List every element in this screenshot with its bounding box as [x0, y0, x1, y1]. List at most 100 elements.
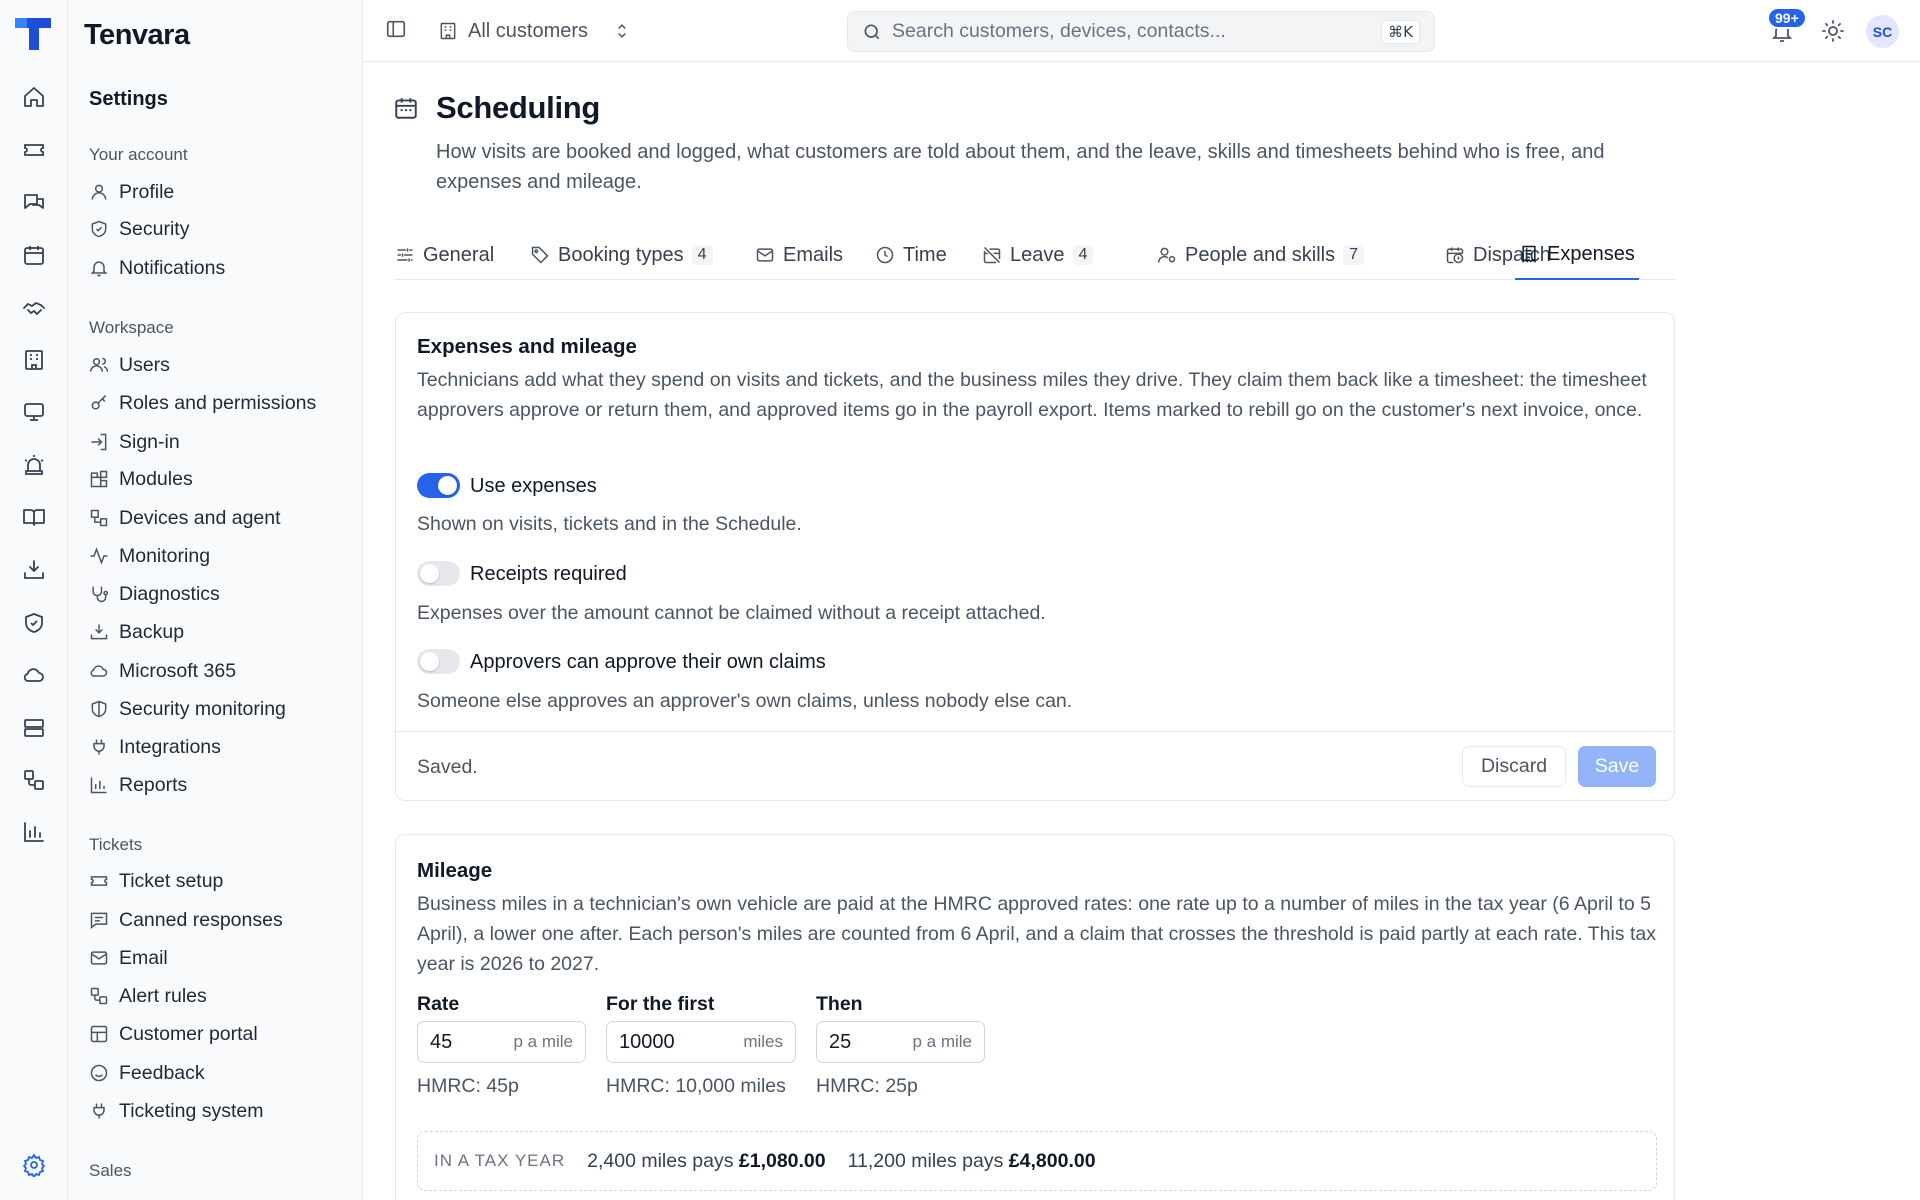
self-approve-toggle[interactable]: [417, 649, 460, 674]
calendar-icon: [395, 98, 417, 119]
sidebar-item-label: Security monitoring: [119, 697, 286, 720]
sidebar-item-security[interactable]: Security: [89, 214, 189, 244]
sidebar-item-label: Profile: [119, 180, 175, 203]
tab-label: General: [423, 243, 495, 266]
tab-time[interactable]: Time: [875, 230, 947, 280]
home-icon[interactable]: [20, 83, 48, 111]
sidebar-item-notifications[interactable]: Notifications: [89, 253, 225, 283]
bar-chart-icon[interactable]: [20, 818, 48, 846]
sidebar-item-ticket-setup[interactable]: Ticket setup: [89, 866, 223, 896]
rate-help: HMRC: 45p: [417, 1075, 519, 1097]
tab-count: 7: [1343, 245, 1364, 265]
tab-booking-types[interactable]: Booking types 4: [530, 230, 713, 280]
group-label-your-account: Your account: [89, 145, 188, 164]
bar-chart-icon: [90, 777, 107, 794]
search-input[interactable]: Search customers, devices, contacts... ⌘…: [847, 11, 1435, 52]
user-cog-icon: [1157, 247, 1176, 263]
sidebar-item-alert-rules[interactable]: Alert rules: [89, 981, 207, 1011]
threshold-input[interactable]: 10000 miles: [606, 1021, 796, 1063]
tax-year-summary: IN A TAX YEAR 2,400 miles pays £1,080.00…: [417, 1131, 1657, 1191]
sidebar-item-backup[interactable]: Backup: [89, 617, 184, 647]
tab-expenses[interactable]: Expenses: [1515, 230, 1639, 280]
sidebar-item-sign-in[interactable]: Sign-in: [89, 427, 180, 457]
tab-count: 4: [691, 245, 713, 265]
calendar-icon[interactable]: [20, 241, 48, 269]
sidebar-item-label: Users: [119, 353, 170, 376]
sidebar-item-roles-and-permissions[interactable]: Roles and permissions: [89, 388, 316, 418]
summary-miles: 11,200 miles pays: [847, 1149, 1004, 1172]
theme-sun-icon[interactable]: [1821, 19, 1845, 43]
sidebar-item-label: Microsoft 365: [119, 659, 237, 682]
building-icon: [440, 22, 456, 40]
sidebar-item-ticketing-system[interactable]: Ticketing system: [89, 1096, 263, 1126]
group-label-tickets: Tickets: [89, 835, 143, 854]
save-button[interactable]: Save: [1578, 746, 1656, 787]
sidebar-item-microsoft-365[interactable]: Microsoft 365: [89, 656, 236, 686]
sidebar-item-devices-and-agent[interactable]: Devices and agent: [89, 503, 281, 533]
sidebar-item-label: Integrations: [119, 735, 221, 758]
cloud-icon[interactable]: [20, 661, 48, 689]
summary-label: IN A TAX YEAR: [434, 1151, 566, 1170]
threshold-value: 10000: [619, 1030, 675, 1053]
siren-icon[interactable]: [20, 451, 48, 479]
smile-icon: [90, 1064, 108, 1082]
expenses-card-description: Technicians add what they spend on visit…: [417, 369, 1647, 421]
sidebar-item-diagnostics[interactable]: Diagnostics: [89, 579, 220, 609]
sidebar-item-integrations[interactable]: Integrations: [89, 732, 221, 762]
use-expenses-help: Shown on visits, tickets and in the Sche…: [417, 513, 802, 535]
receipts-required-toggle[interactable]: [417, 561, 460, 586]
book-icon[interactable]: [20, 503, 48, 531]
sidebar-item-modules[interactable]: Modules: [89, 464, 193, 494]
message-square-text-icon: [90, 912, 108, 930]
tab-emails[interactable]: Emails: [755, 230, 843, 280]
download-tray-icon[interactable]: [20, 556, 48, 584]
sidebar-item-feedback[interactable]: Feedback: [89, 1058, 205, 1088]
sidebar-item-email[interactable]: Email: [89, 943, 168, 973]
then-rate-input[interactable]: 25 p a mile: [816, 1021, 985, 1063]
tab-leave[interactable]: Leave 4: [982, 230, 1094, 280]
mail-icon: [90, 951, 108, 965]
avatar[interactable]: SC: [1866, 15, 1899, 48]
tab-bar: General Booking types 4 Emails Time Leave…: [395, 230, 1675, 280]
calendar-clock-icon: [1446, 247, 1464, 264]
tab-people-and-skills[interactable]: People and skills 7: [1157, 230, 1364, 280]
tab-general[interactable]: General: [395, 230, 494, 280]
sidebar-item-security-monitoring[interactable]: Security monitoring: [89, 694, 286, 724]
use-expenses-toggle[interactable]: [417, 473, 460, 498]
ticket-icon[interactable]: [20, 136, 48, 164]
search-placeholder: Search customers, devices, contacts...: [892, 20, 1226, 42]
then-rate-value: 25: [829, 1030, 852, 1053]
sidebar-item-label: Customer portal: [119, 1022, 258, 1045]
monitor-icon[interactable]: [20, 398, 48, 426]
shield-check-icon: [91, 220, 107, 238]
summary-example: 11,200 miles pays £4,800.00: [848, 1150, 1096, 1173]
summary-miles: 2,400 miles pays: [587, 1149, 734, 1172]
sidebar-item-customer-portal[interactable]: Customer portal: [89, 1019, 258, 1049]
save-status: Saved.: [417, 756, 478, 778]
sidebar-item-canned-responses[interactable]: Canned responses: [89, 905, 283, 935]
chat-icon[interactable]: [20, 189, 48, 217]
summary-example: 2,400 miles pays £1,080.00: [587, 1150, 826, 1173]
sidebar-item-label: Modules: [119, 467, 193, 490]
users-icon: [89, 357, 109, 372]
sidebar-toggle-icon[interactable]: [385, 18, 407, 40]
rate-input[interactable]: 45 p a mile: [417, 1021, 586, 1063]
workflow-icon[interactable]: [20, 766, 48, 794]
building-icon[interactable]: [20, 346, 48, 374]
sidebar-item-reports[interactable]: Reports: [89, 770, 187, 800]
sidebar-item-label: Canned responses: [119, 908, 283, 931]
customer-selector-label: All customers: [468, 19, 589, 42]
sliders-icon: [397, 248, 413, 262]
handshake-icon[interactable]: [20, 294, 48, 322]
shield-check-icon[interactable]: [20, 609, 48, 637]
server-icon[interactable]: [20, 714, 48, 742]
log-in-icon: [91, 433, 107, 451]
customer-selector[interactable]: All customers: [438, 16, 632, 46]
discard-button[interactable]: Discard: [1462, 746, 1566, 787]
mileage-card-description: Business miles in a technician's own veh…: [417, 893, 1656, 975]
settings-gear-icon[interactable]: [20, 1151, 48, 1179]
tenvara-logo-icon[interactable]: [13, 16, 53, 52]
sidebar-item-users[interactable]: Users: [89, 350, 170, 380]
sidebar-item-profile[interactable]: Profile: [89, 177, 174, 207]
sidebar-item-monitoring[interactable]: Monitoring: [89, 541, 210, 571]
